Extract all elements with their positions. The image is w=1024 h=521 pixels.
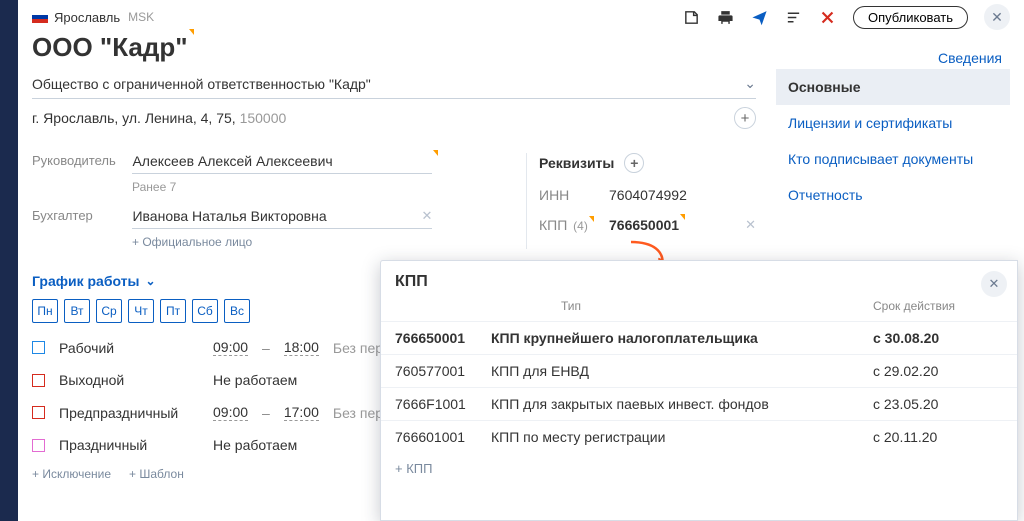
checkbox[interactable]: [32, 439, 45, 452]
popup-title: КПП: [381, 261, 1017, 299]
director-field[interactable]: Алексеев Алексей Алексеевич: [132, 153, 432, 174]
schedule-text: Не работаем: [213, 437, 297, 453]
page-title: ООО "Кадр": [18, 28, 202, 69]
print-icon[interactable]: [717, 8, 735, 26]
kpp-since: с 23.05.20: [873, 396, 1003, 412]
address-text: г. Ярославль, ул. Ленина, 4, 75, 150000: [32, 110, 286, 126]
no-break: Без пер: [333, 405, 383, 421]
time-from[interactable]: 09:00: [213, 404, 248, 421]
chevron-down-icon[interactable]: ⌄: [744, 75, 756, 92]
accountant-label: Бухгалтер: [32, 208, 128, 223]
requisites-block: Реквизиты + ИНН 7604074992 КПП (4): [526, 153, 756, 249]
day-wed[interactable]: Ср: [96, 299, 122, 323]
info-link[interactable]: Сведения: [938, 50, 1002, 66]
kpp-row[interactable]: 766650001 КПП крупнейшего налогоплательщ…: [381, 321, 1017, 354]
time-from[interactable]: 09:00: [213, 339, 248, 356]
col-since: Срок действия: [873, 299, 1003, 313]
checkbox[interactable]: [32, 341, 45, 354]
kpp-type: КПП для ЕНВД: [491, 363, 873, 379]
app-rail[interactable]: [0, 0, 18, 521]
schedule-name: Праздничный: [59, 437, 199, 453]
time-to[interactable]: 18:00: [284, 339, 319, 356]
close-popup-icon[interactable]: ✕: [981, 271, 1007, 297]
add-template-button[interactable]: + Шаблон: [129, 467, 184, 481]
timezone: MSK: [128, 10, 154, 24]
add-requisite-icon[interactable]: +: [624, 153, 644, 173]
day-sat[interactable]: Сб: [192, 299, 218, 323]
sidenav-item-reports[interactable]: Отчетность: [776, 177, 1010, 213]
kpp-since: с 30.08.20: [873, 330, 1003, 346]
add-kpp-button[interactable]: + КПП: [381, 453, 1017, 484]
kpp-code: 760577001: [395, 363, 491, 379]
col-type: Тип: [491, 299, 873, 313]
list-icon[interactable]: [785, 8, 803, 26]
kpp-type: КПП крупнейшего налогоплательщика: [491, 330, 873, 346]
kpp-row[interactable]: 760577001 КПП для ЕНВД с 29.02.20: [381, 354, 1017, 387]
chevron-down-icon: ⌄: [146, 274, 156, 288]
publish-button[interactable]: Опубликовать: [853, 6, 968, 29]
kpp-code: 7666F1001: [395, 396, 491, 412]
time-to[interactable]: 17:00: [284, 404, 319, 421]
kpp-value[interactable]: 766650001: [609, 217, 679, 233]
day-tue[interactable]: Вт: [64, 299, 90, 323]
kpp-label: КПП (4): [539, 217, 609, 233]
close-panel-icon[interactable]: ✕: [984, 4, 1010, 30]
kpp-since: с 29.02.20: [873, 363, 1003, 379]
fullname-field[interactable]: Общество с ограниченной ответственностью…: [32, 69, 756, 99]
inn-label: ИНН: [539, 187, 609, 203]
address-field[interactable]: г. Ярославль, ул. Ленина, 4, 75, 150000 …: [32, 99, 756, 139]
checkbox[interactable]: [32, 374, 45, 387]
add-address-icon[interactable]: +: [734, 107, 756, 129]
kpp-popup: ✕ КПП Тип Срок действия 766650001 КПП кр…: [380, 260, 1018, 521]
kpp-type: КПП для закрытых паевых инвест. фондов: [491, 396, 873, 412]
day-fri[interactable]: Пт: [160, 299, 186, 323]
clear-accountant-icon[interactable]: ✕: [422, 208, 433, 224]
sidenav-item-signers[interactable]: Кто подписывает документы: [776, 141, 1010, 177]
kpp-row[interactable]: 766601001 КПП по месту регистрации с 20.…: [381, 420, 1017, 453]
no-break: Без пер: [333, 340, 383, 356]
delete-icon[interactable]: [819, 8, 837, 26]
side-nav: Основные Лицензии и сертификаты Кто подп…: [776, 69, 1010, 249]
top-bar: Ярославль MSK Опубликовать ✕: [18, 0, 1024, 28]
kpp-since: с 20.11.20: [873, 429, 1003, 445]
director-previous[interactable]: Ранее 7: [132, 180, 506, 194]
schedule-name: Рабочий: [59, 340, 199, 356]
accountant-field[interactable]: Иванова Наталья Викторовна ✕: [132, 208, 432, 229]
location[interactable]: Ярославль: [54, 10, 120, 25]
clear-kpp-icon[interactable]: ✕: [745, 217, 756, 233]
schedule-name: Выходной: [59, 372, 199, 388]
day-thu[interactable]: Чт: [128, 299, 154, 323]
director-label: Руководитель: [32, 153, 128, 168]
inn-value: 7604074992: [609, 187, 687, 203]
checkbox[interactable]: [32, 406, 45, 419]
note-icon[interactable]: [683, 8, 701, 26]
sidenav-item-main[interactable]: Основные: [776, 69, 1010, 105]
kpp-row[interactable]: 7666F1001 КПП для закрытых паевых инвест…: [381, 387, 1017, 420]
flag-icon: [32, 12, 48, 23]
requisites-title: Реквизиты: [539, 155, 614, 171]
add-official-button[interactable]: + Официальное лицо: [132, 235, 506, 249]
send-icon[interactable]: [751, 8, 769, 26]
fullname-text: Общество с ограниченной ответственностью…: [32, 76, 371, 92]
kpp-code: 766650001: [395, 330, 491, 346]
schedule-name: Предпраздничный: [59, 405, 199, 421]
add-exception-button[interactable]: + Исключение: [32, 467, 111, 481]
kpp-code: 766601001: [395, 429, 491, 445]
popup-header-row: Тип Срок действия: [381, 299, 1017, 321]
day-sun[interactable]: Вс: [224, 299, 250, 323]
schedule-text: Не работаем: [213, 372, 297, 388]
sidenav-item-licenses[interactable]: Лицензии и сертификаты: [776, 105, 1010, 141]
kpp-type: КПП по месту регистрации: [491, 429, 873, 445]
day-mon[interactable]: Пн: [32, 299, 58, 323]
